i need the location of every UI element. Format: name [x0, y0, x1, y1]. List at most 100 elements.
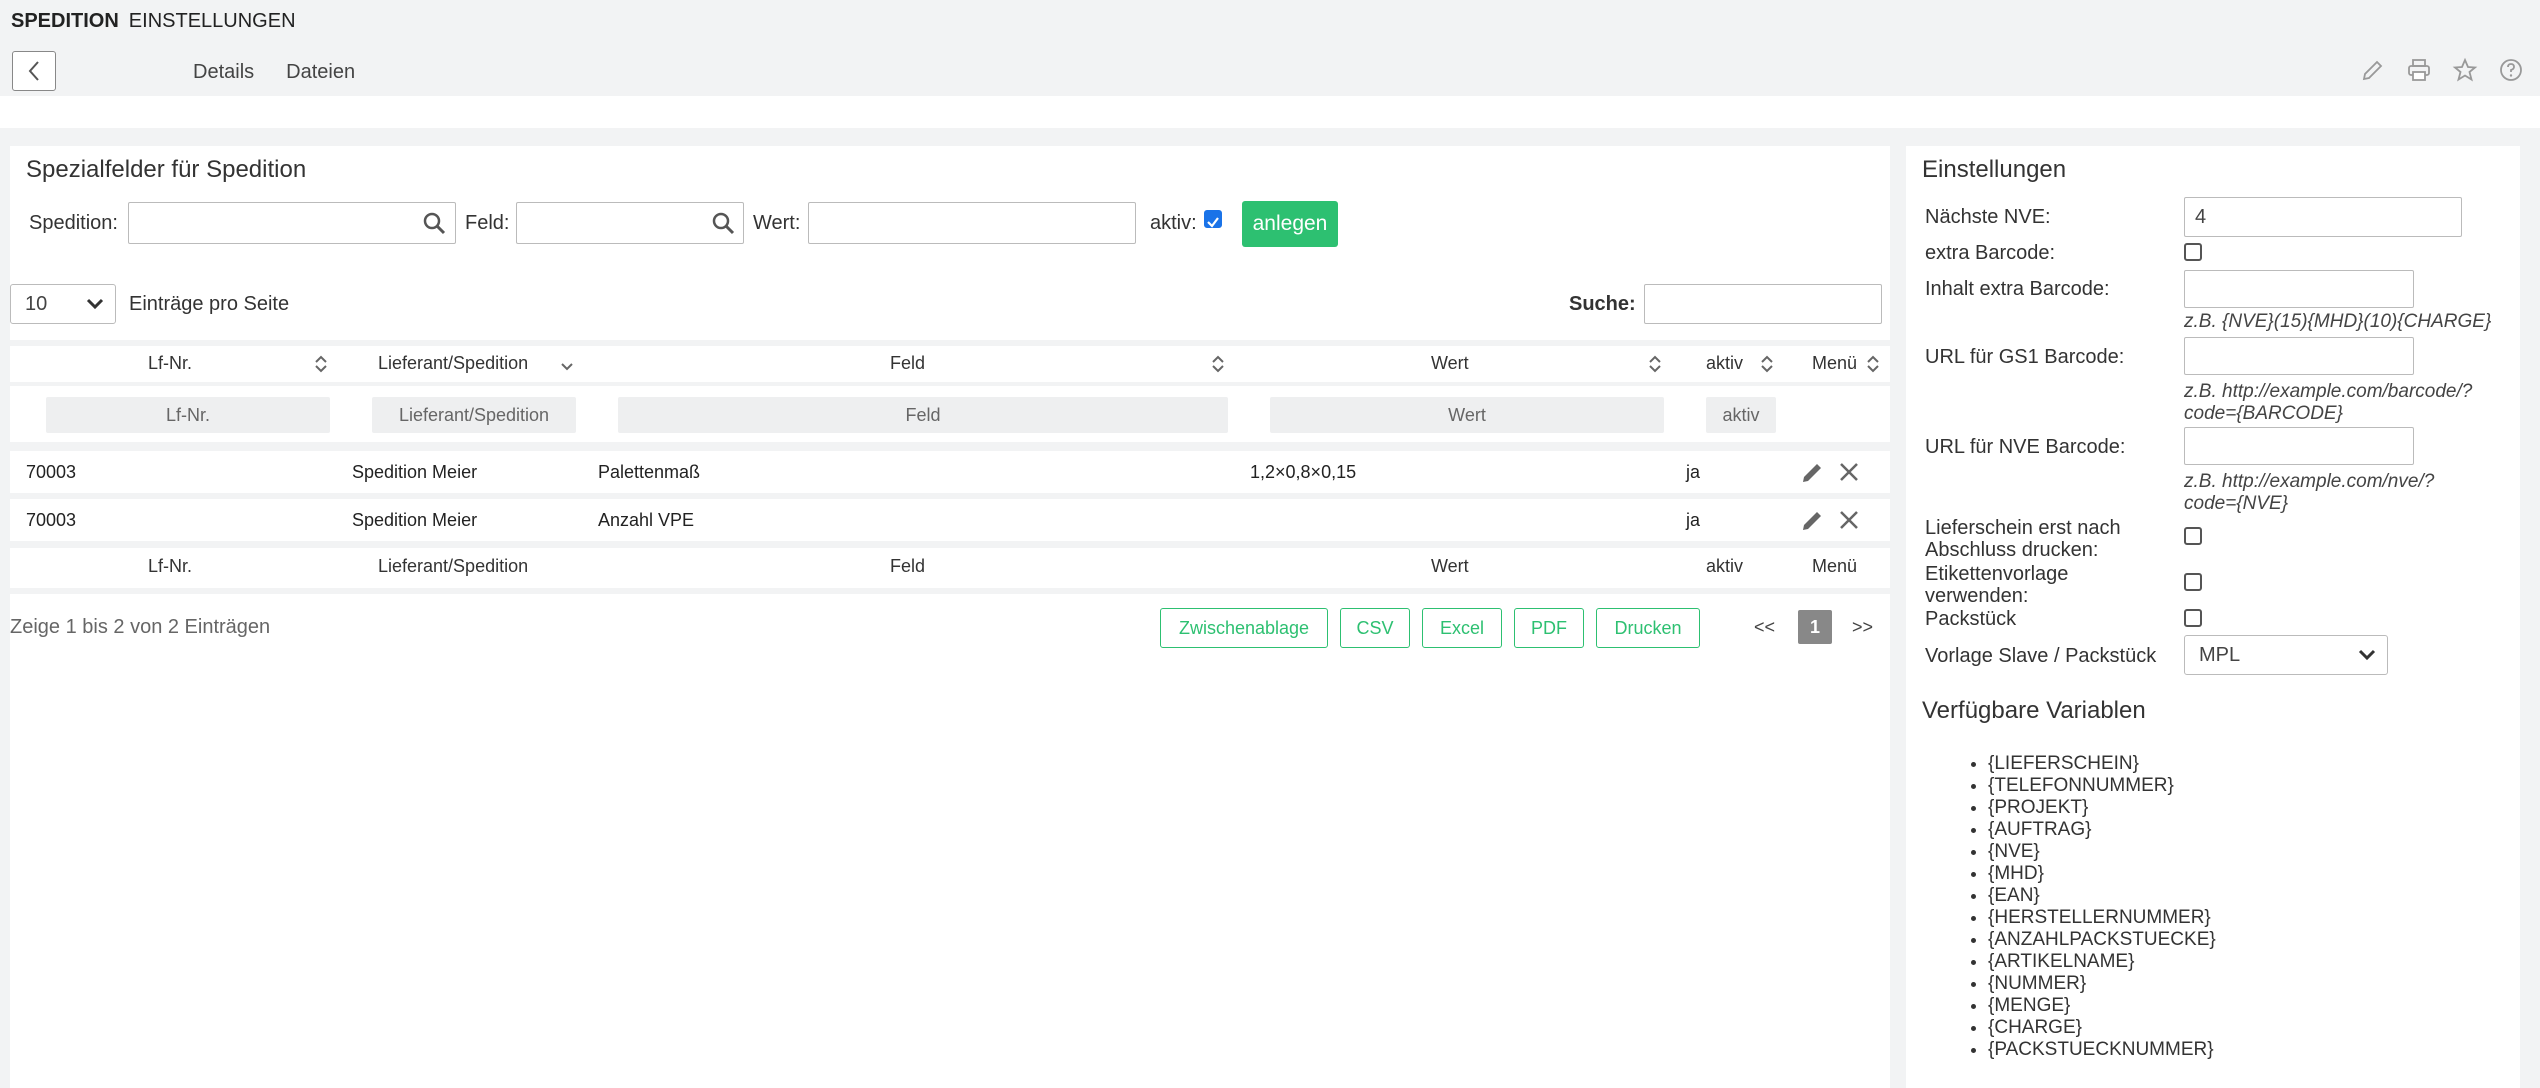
export-csv-button[interactable]: CSV [1340, 608, 1410, 648]
filter-aktiv[interactable]: aktiv [1706, 397, 1776, 433]
sort-icon[interactable] [1760, 353, 1774, 375]
tf-wert: Wert [1431, 556, 1469, 576]
export-excel-button[interactable]: Excel [1422, 608, 1502, 648]
variables-list: {LIEFERSCHEIN} {TELEFONNUMMER} {PROJEKT}… [1968, 753, 2216, 1061]
pager-next[interactable]: >> [1852, 617, 1873, 638]
th-lfnr[interactable]: Lf-Nr. [148, 353, 192, 374]
filter-lieferant[interactable]: Lieferant/Spedition [372, 397, 576, 433]
chevron-left-icon [28, 61, 39, 81]
variable-item: {ANZAHLPACKSTUECKE} [1988, 929, 2216, 951]
cell-lieferant: Spedition Meier [352, 462, 478, 482]
etiketten-label-2: verwenden: [1925, 585, 2029, 607]
th-menu[interactable]: Menü [1812, 353, 1857, 374]
check-icon [1207, 217, 1219, 228]
cell-aktiv: ja [1686, 462, 1701, 482]
help-icon[interactable] [2498, 57, 2524, 83]
nve-input[interactable] [2184, 427, 2414, 465]
table-info: Zeige 1 bis 2 von 2 Einträgen [10, 616, 271, 638]
star-icon[interactable] [2452, 57, 2478, 83]
sort-desc-icon[interactable] [560, 353, 574, 375]
naechste-nve-label: Nächste NVE: [1925, 206, 2051, 228]
table-row[interactable] [10, 499, 1890, 541]
sort-icon[interactable] [314, 353, 328, 375]
tab-dateien[interactable]: Dateien [286, 61, 355, 84]
vorlage-value: MPL [2199, 643, 2241, 666]
sort-icon[interactable] [1648, 353, 1662, 375]
search-icon[interactable] [422, 211, 446, 235]
wert-input[interactable] [808, 202, 1136, 244]
variable-item: {MHD} [1988, 863, 2216, 885]
gs1-hint-2: code={BARCODE} [2184, 403, 2343, 424]
cell-aktiv: ja [1686, 510, 1701, 530]
header-actions [2360, 57, 2524, 83]
th-wert[interactable]: Wert [1431, 353, 1469, 374]
filter-wert[interactable]: Wert [1270, 397, 1664, 433]
naechste-nve-value: 4 [2195, 205, 2207, 228]
feld-input[interactable] [516, 202, 744, 244]
variable-item: {HERSTELLERNUMMER} [1988, 907, 2216, 929]
delete-icon[interactable] [1838, 461, 1860, 483]
spedition-input[interactable] [128, 202, 456, 244]
etiketten-checkbox[interactable] [2184, 573, 2202, 591]
wert-label: Wert: [753, 212, 801, 234]
chevron-down-icon [86, 298, 104, 310]
cell-feld: Palettenmaß [598, 462, 701, 482]
search-icon[interactable] [711, 211, 735, 235]
table-footer [10, 548, 1890, 588]
variables-title: Verfügbare Variablen [1922, 697, 2146, 724]
print-button[interactable]: Drucken [1596, 608, 1700, 648]
pager-prev[interactable]: << [1754, 617, 1775, 638]
tab-details[interactable]: Details [193, 61, 254, 84]
filter-lfnr[interactable]: Lf-Nr. [46, 397, 330, 433]
aktiv-checkbox[interactable] [1204, 210, 1222, 228]
feld-label: Feld: [465, 212, 510, 234]
back-button[interactable] [12, 51, 56, 91]
edit-icon[interactable] [2360, 57, 2386, 83]
th-lieferant[interactable]: Lieferant/Spedition [378, 353, 528, 374]
page-size-label: Einträge pro Seite [129, 293, 290, 315]
sort-icon[interactable] [1866, 353, 1880, 375]
chevron-down-icon [2358, 649, 2376, 661]
th-feld[interactable]: Feld [890, 353, 925, 374]
page-title: SPEDITION EINSTELLUNGEN [11, 10, 296, 33]
tf-aktiv: aktiv [1706, 556, 1744, 576]
delete-icon[interactable] [1838, 509, 1860, 531]
th-aktiv[interactable]: aktiv [1706, 353, 1743, 374]
variable-item: {NUMMER} [1988, 973, 2216, 995]
inhalt-extra-input[interactable] [2184, 270, 2414, 308]
search-label: Suche: [1569, 293, 1636, 315]
print-icon[interactable] [2406, 57, 2432, 83]
nve-hint-2: code={NVE} [2184, 493, 2289, 514]
edit-icon[interactable] [1800, 507, 1826, 533]
table-row[interactable] [10, 451, 1890, 493]
sort-icon[interactable] [1211, 353, 1225, 375]
gs1-input[interactable] [2184, 337, 2414, 375]
table-header [10, 346, 1890, 382]
extra-barcode-checkbox[interactable] [2184, 243, 2202, 261]
naechste-nve-input[interactable]: 4 [2184, 197, 2462, 237]
export-pdf-button[interactable]: PDF [1514, 608, 1584, 648]
variable-item: {ARTIKELNAME} [1988, 951, 2216, 973]
vorlage-select[interactable]: MPL [2184, 635, 2388, 675]
lieferschein-checkbox[interactable] [2184, 527, 2202, 545]
section-name: EINSTELLUNGEN [128, 10, 296, 32]
variable-item: {MENGE} [1988, 995, 2216, 1017]
tf-lieferant: Lieferant/Spedition [378, 556, 529, 576]
edit-icon[interactable] [1800, 459, 1826, 485]
etiketten-label-1: Etikettenvorlage [1925, 563, 2069, 585]
packstueck-checkbox[interactable] [2184, 609, 2202, 627]
gs1-label: URL für GS1 Barcode: [1925, 346, 2125, 368]
tf-feld: Feld [890, 556, 926, 576]
anlegen-button[interactable]: anlegen [1242, 201, 1338, 247]
variable-item: {PROJEKT} [1988, 797, 2216, 819]
filter-feld[interactable]: Feld [618, 397, 1228, 433]
variable-item: {LIEFERSCHEIN} [1988, 753, 2216, 775]
pager-current[interactable]: 1 [1798, 610, 1832, 644]
special-fields-title: Spezialfelder für Spedition [26, 156, 307, 183]
table-search-input[interactable] [1644, 284, 1882, 324]
page-size-select[interactable]: 10 [10, 284, 116, 324]
variable-item: {EAN} [1988, 885, 2216, 907]
header-spacer [0, 96, 2540, 128]
export-clipboard-button[interactable]: Zwischenablage [1160, 608, 1328, 648]
cell-lfnr: 70003 [26, 462, 77, 482]
